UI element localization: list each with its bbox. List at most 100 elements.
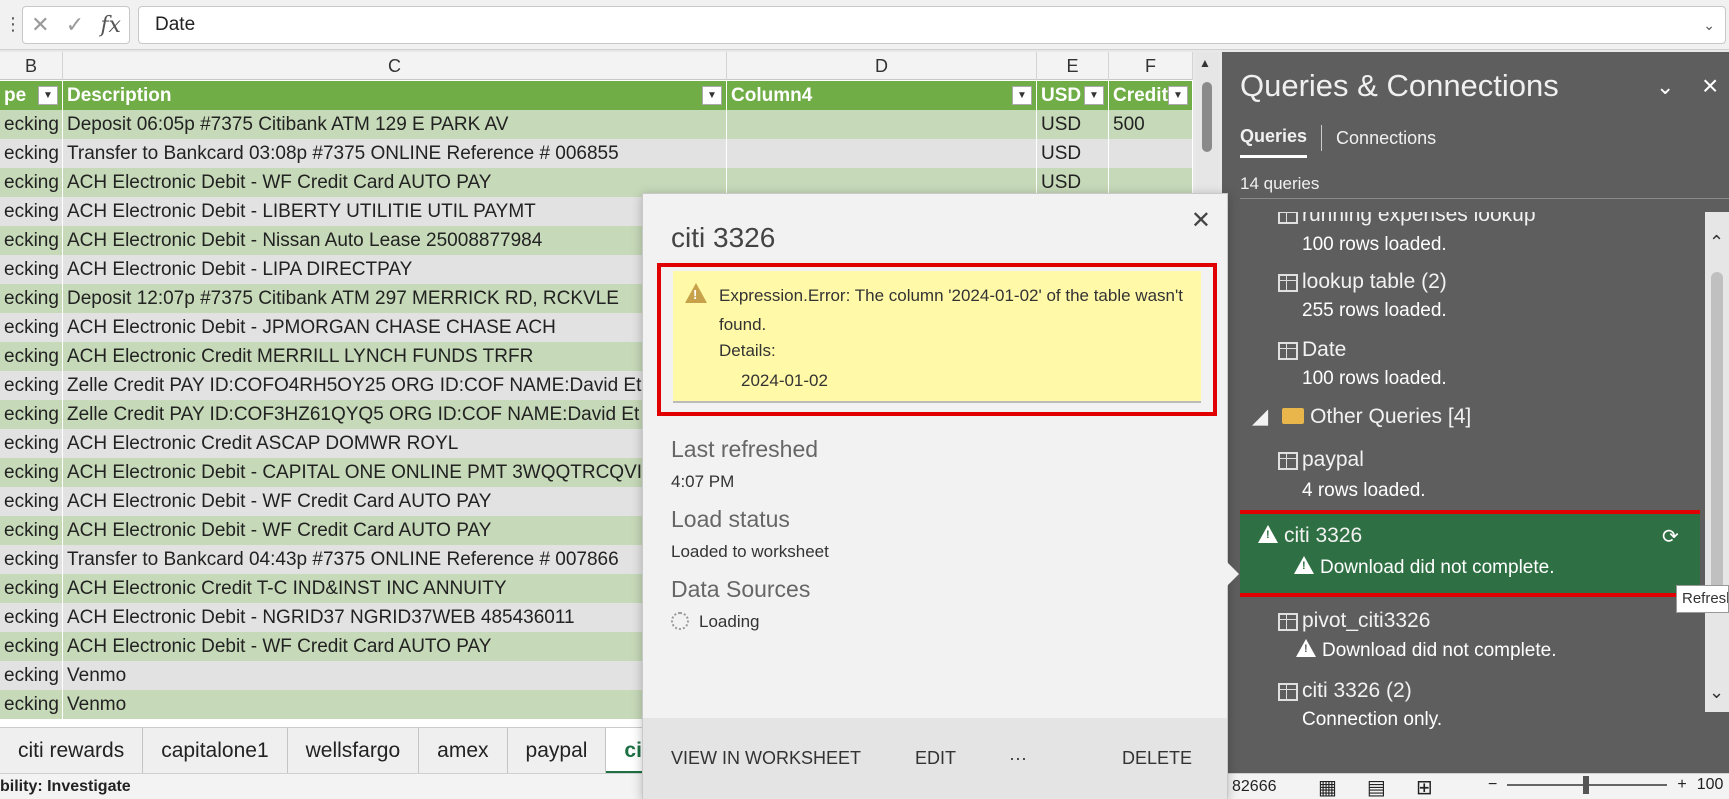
scroll-thumb[interactable] [1711,272,1723,602]
query-item[interactable]: running expenses lookup 100 rows loaded. [1240,212,1700,260]
scroll-up-icon[interactable]: ▲ [1199,56,1211,70]
zoom-in-icon[interactable]: + [1677,776,1686,794]
table-cell[interactable]: USD [1037,110,1109,139]
table-cell[interactable]: ecking [0,487,63,516]
tab-queries[interactable]: Queries [1240,118,1308,158]
table-cell[interactable]: ACH Electronic Debit - NGRID37 NGRID37WE… [63,603,727,632]
table-cell[interactable]: ACH Electronic Debit - CAPITAL ONE ONLIN… [63,458,727,487]
query-group-header[interactable]: ◢ Other Queries [4] [1252,404,1471,429]
table-cell[interactable]: ecking [0,139,63,168]
table-cell[interactable]: ACH Electronic Debit - JPMORGAN CHASE CH… [63,313,727,342]
table-cell[interactable]: ecking [0,632,63,661]
zoom-out-icon[interactable]: − [1488,776,1497,794]
page-layout-icon[interactable]: ▤ [1367,775,1386,799]
table-cell[interactable]: ecking [0,197,63,226]
table-cell[interactable]: ACH Electronic Credit MERRILL LYNCH FUND… [63,342,727,371]
table-cell[interactable]: Venmo [63,690,727,719]
scroll-up-icon[interactable]: ⌃ [1709,232,1724,253]
zoom-thumb[interactable] [1583,776,1590,794]
chevron-down-icon[interactable]: ⌄ [1656,74,1674,100]
query-item-selected[interactable]: citi 3326 Download did not complete. ⟳ [1240,510,1700,597]
table-cell[interactable]: 500 [1109,110,1193,139]
confirm-icon[interactable]: ✓ [66,12,84,38]
filter-dropdown-icon[interactable]: ▼ [1012,86,1032,105]
table-cell[interactable]: ecking [0,400,63,429]
page-break-icon[interactable]: ⊞ [1416,775,1433,799]
table-cell[interactable]: ecking [0,284,63,313]
close-icon[interactable]: × [1702,70,1718,102]
table-cell[interactable] [1109,139,1193,168]
table-cell[interactable]: USD [1037,139,1109,168]
table-cell[interactable]: Deposit 12:07p #7375 Citibank ATM 297 ME… [63,284,727,313]
grip-icon[interactable]: ⋮ [4,14,22,35]
edit-button[interactable]: EDIT [915,748,956,769]
table-cell[interactable]: ACH Electronic Debit - WF Credit Card AU… [63,632,727,661]
table-cell[interactable]: ecking [0,690,63,719]
zoom-level[interactable]: 100 [1697,776,1724,794]
zoom-slider[interactable] [1507,776,1668,794]
column-header-b[interactable]: B [0,52,63,80]
table-cell[interactable]: ecking [0,574,63,603]
table-cell[interactable]: ecking [0,429,63,458]
more-options-button[interactable]: ··· [1009,748,1027,769]
table-cell[interactable]: ACH Electronic Debit - WF Credit Card AU… [63,487,727,516]
filter-dropdown-icon[interactable]: ▼ [38,86,58,105]
table-cell[interactable]: ecking [0,603,63,632]
scroll-thumb[interactable] [1202,82,1212,152]
close-icon[interactable]: ✕ [1191,206,1211,235]
table-cell[interactable]: Venmo [63,661,727,690]
table-cell[interactable]: ecking [0,458,63,487]
header-cell[interactable]: USD ▼ [1037,81,1109,110]
sheet-tab[interactable]: citi rewards [0,727,144,774]
filter-dropdown-icon[interactable]: ▼ [1084,86,1104,105]
header-cell[interactable]: Column4 ▼ [727,81,1037,110]
cancel-icon[interactable]: ✕ [31,12,49,38]
query-item[interactable]: lookup table (2) 255 rows loaded. [1240,260,1700,328]
table-cell[interactable]: ACH Electronic Debit - Nissan Auto Lease… [63,226,727,255]
tab-connections[interactable]: Connections [1336,120,1436,157]
table-cell[interactable]: ecking [0,661,63,690]
accessibility-status[interactable]: bility: Investigate [0,778,131,796]
table-cell[interactable]: ACH Electronic Credit ASCAP DOMWR ROYL [63,429,727,458]
table-cell[interactable]: ecking [0,255,63,284]
column-header-f[interactable]: F [1109,52,1193,80]
query-item[interactable]: paypal 4 rows loaded. [1240,438,1700,508]
view-in-worksheet-button[interactable]: VIEW IN WORKSHEET [671,748,861,769]
table-cell[interactable]: ecking [0,226,63,255]
table-cell[interactable]: ACH Electronic Debit - LIPA DIRECTPAY [63,255,727,284]
column-header-d[interactable]: D [727,52,1037,80]
expand-formula-icon[interactable]: ⌄ [1703,7,1715,43]
table-cell[interactable]: ecking [0,371,63,400]
sheet-tab[interactable]: wellsfargo [288,727,420,774]
sheet-tab[interactable]: amex [419,727,508,774]
table-cell[interactable]: ecking [0,545,63,574]
formula-input[interactable]: Date ⌄ [138,6,1726,44]
collapse-icon[interactable]: ◢ [1252,405,1268,428]
table-cell[interactable]: ecking [0,110,63,139]
insert-function-icon[interactable]: fx [100,13,121,38]
query-item[interactable]: Date 100 rows loaded. [1240,328,1700,396]
table-cell[interactable]: ecking [0,313,63,342]
header-cell[interactable]: pe ▼ [0,81,63,110]
header-cell[interactable]: Description ▼ [63,81,727,110]
table-cell[interactable]: Transfer to Bankcard 03:08p #7375 ONLINE… [63,139,727,168]
header-cell[interactable]: Credit ▼ [1109,81,1193,110]
table-cell[interactable]: ACH Electronic Debit - WF Credit Card AU… [63,516,727,545]
pane-scrollbar[interactable]: ⌃ ⌄ [1705,212,1729,712]
delete-button[interactable]: DELETE [1122,748,1192,769]
table-cell[interactable]: ecking [0,342,63,371]
table-cell[interactable]: ACH Electronic Credit T-C IND&INST INC A… [63,574,727,603]
table-cell[interactable] [727,139,1037,168]
query-group[interactable]: ◢ Other Queries [4] [1240,396,1700,436]
table-cell[interactable]: ACH Electronic Debit - LIBERTY UTILITIE … [63,197,727,226]
sheet-tab[interactable]: capitalone1 [143,727,288,774]
table-cell[interactable]: Zelle Credit PAY ID:COFO4RH5OY25 ORG ID:… [63,371,727,400]
table-cell[interactable]: Zelle Credit PAY ID:COF3HZ61QYQ5 ORG ID:… [63,400,727,429]
column-header-c[interactable]: C [63,52,727,80]
refresh-icon[interactable]: ⟳ [1662,524,1679,549]
query-item[interactable]: pivot_citi3326 Download did not complete… [1240,599,1700,669]
query-item[interactable]: citi 3326 (2) Connection only. [1240,669,1700,739]
table-cell[interactable]: Deposit 06:05p #7375 Citibank ATM 129 E … [63,110,727,139]
filter-dropdown-icon[interactable]: ▼ [1168,86,1188,105]
table-cell[interactable]: Transfer to Bankcard 04:43p #7375 ONLINE… [63,545,727,574]
